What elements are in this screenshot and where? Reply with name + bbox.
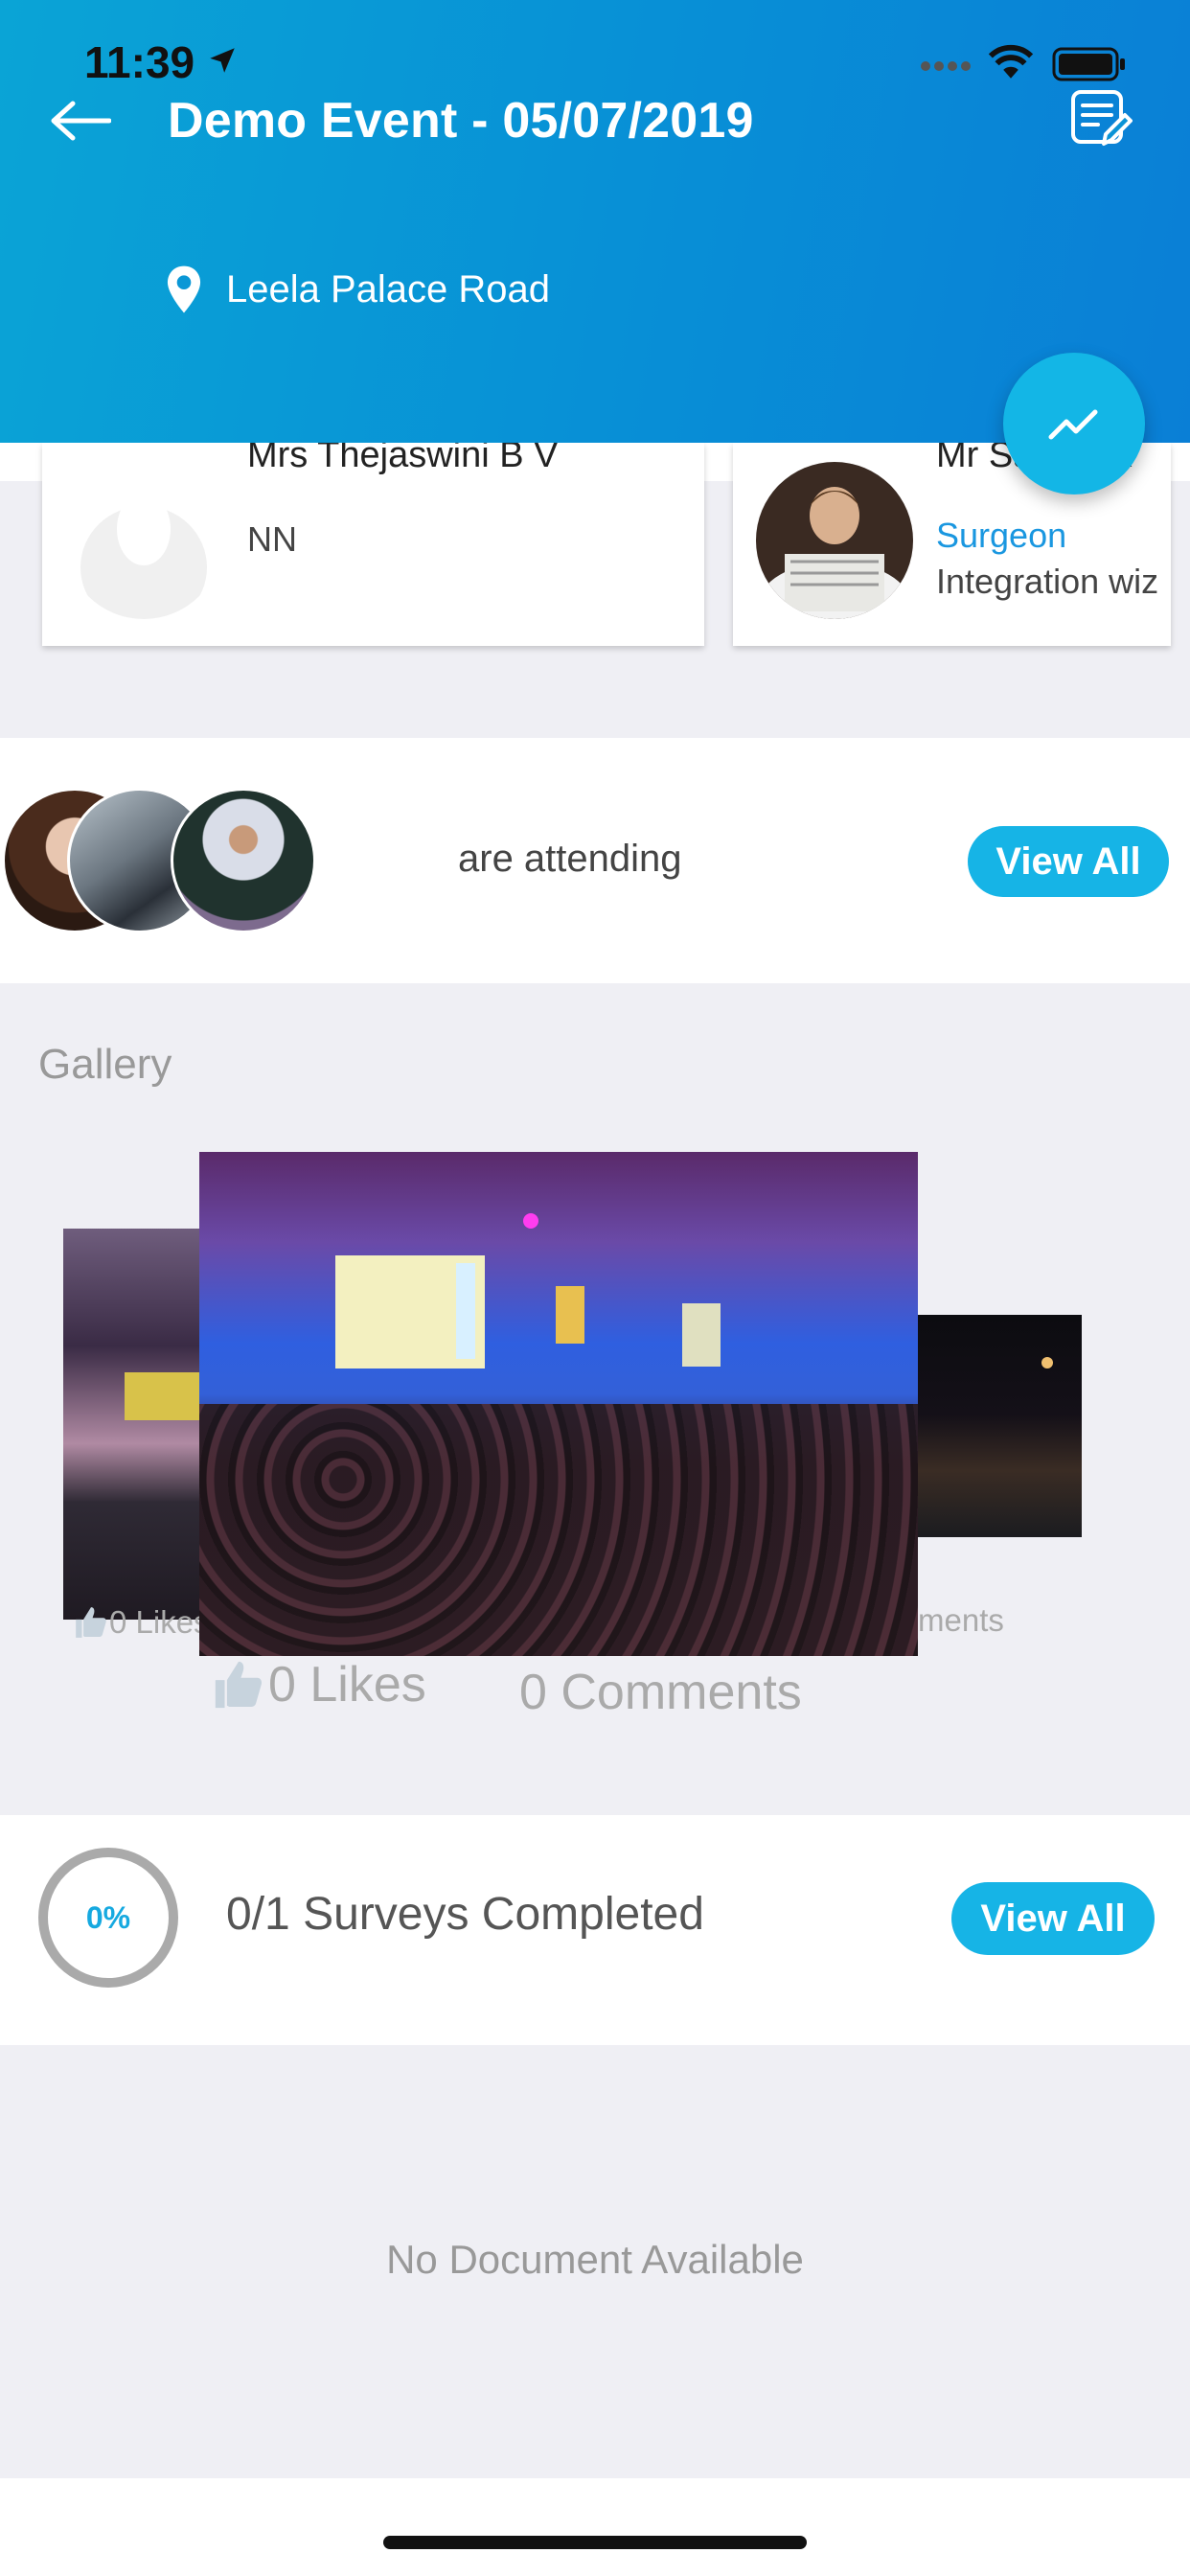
image-detail <box>682 1303 721 1367</box>
edit-notes-button[interactable] <box>1069 88 1142 161</box>
speaker-organization: Integration wiz <box>936 562 1159 601</box>
battery-icon <box>1052 47 1125 81</box>
home-indicator[interactable] <box>383 2536 807 2549</box>
avatar <box>756 462 913 619</box>
placeholder-avatar-icon <box>80 493 207 619</box>
thumbs-up-icon <box>76 1607 106 1638</box>
event-location: Leela Palace Road <box>165 264 550 314</box>
like-button[interactable]: 0 Likes <box>211 1656 426 1714</box>
like-count-small: 0 Likes <box>73 1604 210 1641</box>
page-title: Demo Event - 05/07/2019 <box>168 93 754 149</box>
avatar <box>65 462 222 619</box>
image-detail <box>456 1263 475 1359</box>
analytics-fab-button[interactable] <box>1003 353 1145 494</box>
signal-icon <box>921 61 971 71</box>
empty-documents-text: No Document Available <box>386 2237 804 2282</box>
image-detail <box>1041 1357 1053 1368</box>
image-detail <box>199 1404 918 1656</box>
gallery-image-main[interactable] <box>199 1152 918 1656</box>
wifi-icon <box>988 44 1034 79</box>
trend-line-icon <box>1048 409 1098 440</box>
location-text: Leela Palace Road <box>226 267 551 310</box>
status-time: 11:39 <box>84 37 195 87</box>
survey-status-text: 0/1 Surveys Completed <box>226 1889 704 1940</box>
gallery-image[interactable] <box>63 1229 217 1620</box>
comments-link[interactable]: 0 Comments <box>519 1664 802 1721</box>
speaker-card[interactable]: Mrs Thejaswini B V NN <box>42 443 704 646</box>
documents-section: No Document Available <box>0 2045 1190 2478</box>
section-title: Gallery <box>38 1041 172 1088</box>
notes-edit-icon <box>1071 90 1133 146</box>
thumbs-up-icon <box>215 1661 263 1709</box>
image-detail <box>125 1372 201 1420</box>
bottom-bar <box>0 2478 1190 2576</box>
attending-text: are attending <box>458 838 682 880</box>
like-count: 0 Likes <box>268 1657 426 1713</box>
view-all-surveys-button[interactable]: View All <box>951 1882 1155 1955</box>
location-arrow-icon <box>210 48 235 73</box>
like-count-text: 0 Likes <box>109 1604 210 1640</box>
speaker-role: NN <box>247 519 297 559</box>
survey-progress-label: 0% <box>85 1899 131 1935</box>
view-all-attendees-button[interactable]: View All <box>968 826 1169 897</box>
speaker-role: Surgeon <box>936 516 1067 555</box>
image-detail <box>523 1213 538 1229</box>
speaker-name: Mrs Thejaswini B V <box>247 443 559 475</box>
event-header: 11:39 Demo Event - 05/07/2019 Leela Pala… <box>0 0 1190 443</box>
speaker-photo <box>756 462 913 619</box>
map-pin-icon <box>167 265 201 313</box>
arrow-left-icon <box>51 101 111 141</box>
attendee-avatar[interactable] <box>171 788 316 933</box>
speakers-carousel[interactable]: Mrs Thejaswini B V NN Mr Sai Rb K Surgeo… <box>0 443 1190 735</box>
back-button[interactable] <box>42 88 119 153</box>
survey-progress-ring: 0% <box>38 1848 178 1988</box>
comment-count-small: ments <box>918 1602 1004 1638</box>
gallery-image[interactable] <box>917 1315 1082 1537</box>
image-detail <box>556 1286 584 1344</box>
gallery-section: Gallery 0 Likes ments 0 Likes 0 Comments <box>0 983 1190 1815</box>
